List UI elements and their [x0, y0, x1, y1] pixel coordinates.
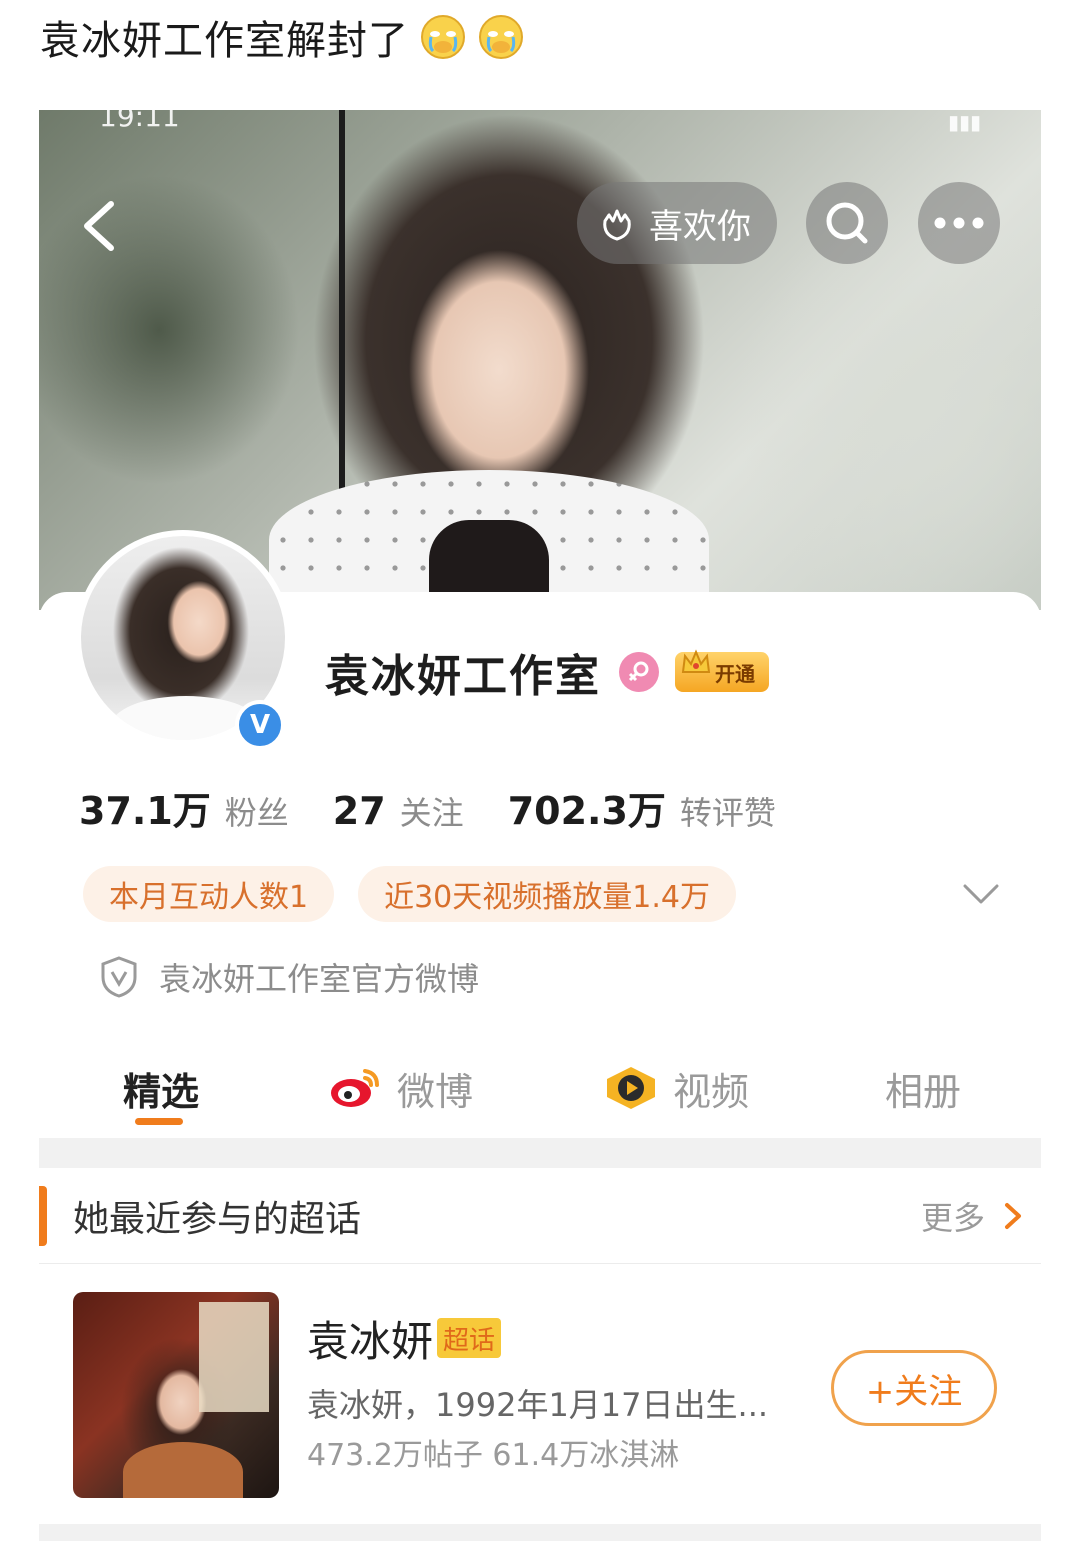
more-link[interactable]: 更多: [921, 1168, 1023, 1264]
active-tab-indicator: [135, 1118, 183, 1125]
more-label: 更多: [920, 1199, 985, 1237]
video-plays-tag[interactable]: 近30天视频播放量1.4万: [358, 866, 736, 922]
female-icon: [619, 652, 659, 692]
following-stat[interactable]: 27 关注: [333, 788, 464, 834]
more-options-button[interactable]: [918, 182, 1000, 264]
video-icon: [607, 1067, 655, 1109]
tab-weibo-label: 微博: [397, 1069, 474, 1114]
bottom-divider: [39, 1524, 1041, 1541]
super-topic-description: 袁冰妍，1992年1月17日出生...: [307, 1386, 769, 1424]
post-title: 袁冰妍工作室解封了: [40, 8, 525, 66]
profile-description: 袁冰妍工作室官方微博: [99, 952, 479, 1002]
status-time: 19:11: [99, 110, 180, 133]
description-text: 袁冰妍工作室官方微博: [159, 960, 480, 998]
tab-featured[interactable]: 精选: [123, 1048, 199, 1128]
post-title-text: 袁冰妍工作室解封了: [40, 18, 409, 64]
followers-label: 粉丝: [224, 794, 289, 832]
vip-open-label: 开通: [715, 661, 755, 686]
chevron-down-icon[interactable]: [959, 876, 1003, 912]
super-topics-header: 她最近参与的超话 更多: [39, 1168, 1041, 1264]
super-topic-item[interactable]: 袁冰妍 超话 袁冰妍，1992年1月17日出生... 473.2万帖子 61.4…: [39, 1280, 1041, 1510]
engagement-label: 转评赞: [679, 794, 776, 832]
tab-video[interactable]: 视频: [603, 1048, 749, 1128]
weibo-icon: [331, 1069, 379, 1107]
crying-face-emoji-icon: [421, 15, 465, 59]
section-accent-bar: [39, 1186, 47, 1246]
more-dots-icon: [934, 217, 984, 229]
shield-icon: [101, 956, 137, 998]
search-button[interactable]: [806, 182, 888, 264]
verified-badge: V: [235, 700, 285, 750]
back-icon[interactable]: [77, 196, 121, 256]
tab-video-label: 视频: [673, 1069, 750, 1114]
heart-hand-icon: [603, 209, 631, 241]
engagement-stat[interactable]: 702.3万 转评赞: [508, 780, 776, 835]
follow-button[interactable]: +关注: [831, 1350, 997, 1426]
super-topic-badge: 超话: [437, 1318, 502, 1358]
following-label: 关注: [399, 794, 464, 832]
profile-stats: 37.1万 粉丝 27 关注 702.3万 转评赞: [79, 780, 820, 836]
followers-count: 37.1万: [79, 789, 211, 833]
crown-icon: [681, 649, 711, 673]
super-topic-thumbnail: [73, 1292, 279, 1498]
followers-stat[interactable]: 37.1万 粉丝: [79, 780, 289, 835]
profile-tags: 本月互动人数1 近30天视频播放量1.4万: [83, 866, 760, 922]
like-you-button[interactable]: 喜欢你: [577, 182, 777, 264]
tab-weibo[interactable]: 微博: [327, 1048, 473, 1128]
profile-name-row: 袁冰妍工作室 开通: [325, 640, 769, 704]
tab-featured-label: 精选: [123, 1069, 200, 1114]
super-topics-title: 她最近参与的超话: [73, 1199, 362, 1240]
chevron-right-icon: [1005, 1203, 1021, 1229]
thumbnail-dress: [123, 1442, 243, 1498]
super-topic-name: 袁冰妍: [307, 1316, 434, 1366]
profile-tabs: 精选 微博 视频 相册: [39, 1048, 1041, 1138]
crying-face-emoji-icon-2: [479, 15, 523, 59]
super-topic-meta: 473.2万帖子 61.4万冰淇淋: [307, 1438, 680, 1473]
monthly-interaction-tag[interactable]: 本月互动人数1: [83, 866, 335, 922]
engagement-count: 702.3万: [507, 789, 666, 833]
vip-open-button[interactable]: 开通: [675, 649, 769, 692]
section-divider: [39, 1138, 1041, 1168]
tab-album[interactable]: 相册: [885, 1048, 961, 1128]
like-you-label: 喜欢你: [649, 206, 751, 247]
profile-name: 袁冰妍工作室: [325, 651, 601, 702]
search-icon: [826, 202, 868, 244]
following-count: 27: [332, 789, 386, 833]
weibo-profile-screenshot: 19:11 ▮▮▮ 喜欢你 V 袁冰妍工作室 开通 37.1万 粉丝 27 关注…: [39, 110, 1041, 1541]
tab-album-label: 相册: [885, 1069, 962, 1114]
thumbnail-calligraphy: [199, 1302, 269, 1412]
status-bar: 19:11 ▮▮▮: [39, 110, 1041, 134]
status-icons: ▮▮▮: [947, 110, 981, 134]
cover-umbrella: [339, 110, 345, 500]
super-topic-name-row: 袁冰妍 超话: [307, 1310, 502, 1366]
